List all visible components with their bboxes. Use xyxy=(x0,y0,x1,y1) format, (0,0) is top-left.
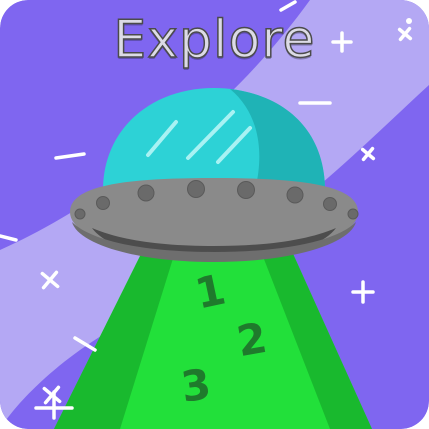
explore-app-tile[interactable]: 1 2 3 Explore xyxy=(0,0,429,429)
page-title: Explore xyxy=(113,10,316,70)
